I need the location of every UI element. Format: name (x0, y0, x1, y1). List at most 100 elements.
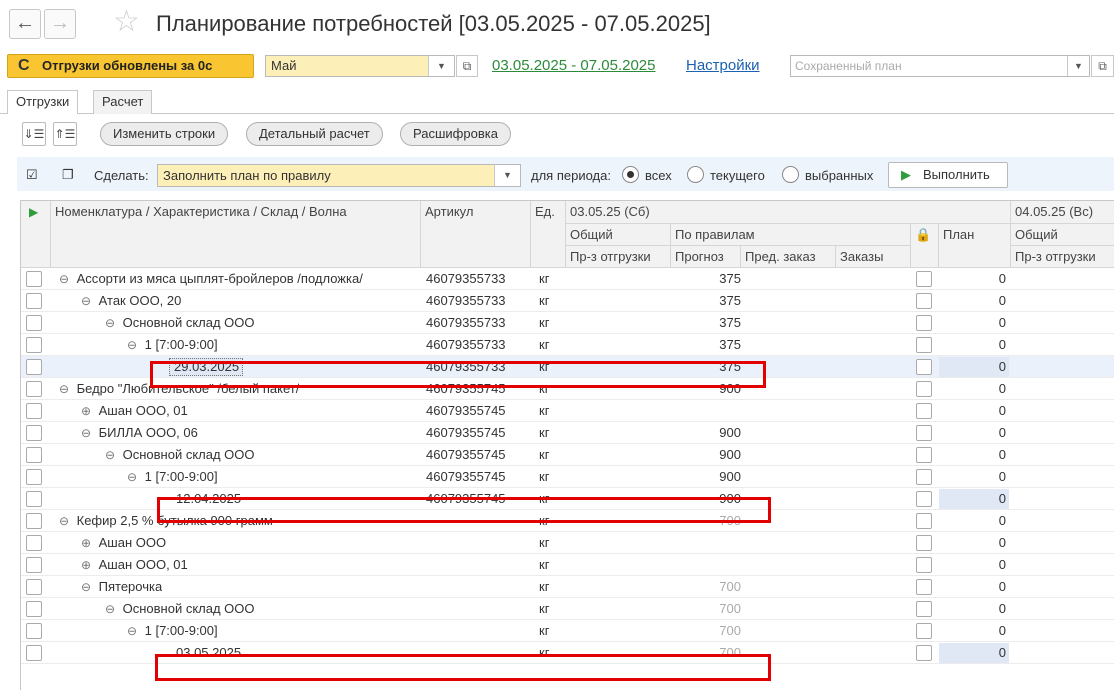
row-checkbox[interactable] (26, 359, 42, 375)
row-lock-checkbox[interactable] (916, 447, 932, 463)
table-row[interactable]: ⊖ 1 [7:00-9:00] 46079355745 кг 900 0 (21, 466, 1114, 488)
row-plan[interactable]: 0 (941, 444, 1006, 466)
row-plan[interactable]: 0 (941, 554, 1006, 576)
row-lock-checkbox[interactable] (916, 337, 932, 353)
row-lock-checkbox[interactable] (916, 623, 932, 639)
col-plan[interactable]: План (939, 224, 1011, 268)
back-arrow-icon[interactable]: ← (9, 9, 41, 39)
col-nomenclature[interactable]: Номенклатура / Характеристика / Склад / … (51, 201, 421, 268)
check-all-icon[interactable]: ☑ (26, 168, 40, 182)
row-plan[interactable]: 0 (941, 334, 1006, 356)
refresh-shipments-button[interactable]: C Отгрузки обновлены за 0с (7, 54, 254, 78)
row-lock-checkbox[interactable] (916, 535, 932, 551)
row-checkbox[interactable] (26, 271, 42, 287)
lock-icon[interactable]: 🔒 (911, 224, 939, 268)
row-plan[interactable]: 0 (941, 268, 1006, 290)
uncheck-all-icon[interactable]: ❐ (62, 168, 76, 182)
chevron-down-icon[interactable]: ▼ (494, 165, 520, 186)
tab-calculation[interactable]: Расчет (93, 90, 153, 114)
row-plan[interactable]: 0 (941, 378, 1006, 400)
row-checkbox[interactable] (26, 425, 42, 441)
settings-link[interactable]: Настройки (686, 57, 760, 75)
chevron-down-icon[interactable]: ▼ (428, 56, 454, 76)
row-lock-checkbox[interactable] (916, 645, 932, 661)
detailed-calc-button[interactable]: Детальный расчет (246, 122, 383, 146)
collapse-icon[interactable]: ⊖ (127, 620, 141, 642)
table-row[interactable]: ⊖ Атак ООО, 20 46079355733 кг 375 0 (21, 290, 1114, 312)
table-row[interactable]: ⊖ Основной склад ООО 46079355733 кг 375 … (21, 312, 1114, 334)
row-checkbox[interactable] (26, 469, 42, 485)
row-plan[interactable]: 0 (941, 642, 1006, 664)
row-lock-checkbox[interactable] (916, 271, 932, 287)
row-lock-checkbox[interactable] (916, 557, 932, 573)
row-plan[interactable]: 0 (941, 532, 1006, 554)
table-row[interactable]: ⊖ БИЛЛА ООО, 06 46079355745 кг 900 0 (21, 422, 1114, 444)
row-lock-checkbox[interactable] (916, 293, 932, 309)
row-checkbox[interactable] (26, 645, 42, 661)
collapse-icon[interactable]: ⊖ (105, 312, 119, 334)
row-checkbox[interactable] (26, 293, 42, 309)
period-link[interactable]: 03.05.2025 - 07.05.2025 (492, 57, 655, 75)
col-article[interactable]: Артикул (421, 201, 531, 268)
row-lock-checkbox[interactable] (916, 381, 932, 397)
collapse-icon[interactable]: ⊖ (105, 444, 119, 466)
expand-icon[interactable]: ⊕ (81, 532, 95, 554)
open-copy-icon[interactable]: ⧉ (1091, 55, 1114, 77)
table-row[interactable]: ⊖ Ассорти из мяса цыплят-бройлеров /подл… (21, 268, 1114, 290)
row-plan[interactable]: 0 (941, 598, 1006, 620)
row-plan[interactable]: 0 (941, 290, 1006, 312)
col-unit[interactable]: Ед. (531, 201, 566, 268)
row-checkbox[interactable] (26, 623, 42, 639)
collapse-icon[interactable]: ⊖ (81, 422, 95, 444)
table-row[interactable]: ⊖ 1 [7:00-9:00] кг 700 0 (21, 620, 1114, 642)
row-checkbox[interactable] (26, 557, 42, 573)
row-plan[interactable]: 0 (941, 356, 1006, 378)
radio-selected[interactable] (782, 166, 799, 183)
expand-icon[interactable]: ⊕ (81, 400, 95, 422)
collapse-icon[interactable]: ⊖ (81, 576, 95, 598)
col-total[interactable]: Общий (566, 224, 671, 246)
row-lock-checkbox[interactable] (916, 469, 932, 485)
col-date2[interactable]: 04.05.25 (Вс) (1011, 201, 1114, 224)
collapse-icon[interactable]: ⊖ (59, 378, 73, 400)
col-prev-order[interactable]: Пред. заказ (741, 246, 836, 268)
saved-plan-field[interactable]: Сохраненный план ▼ (790, 55, 1090, 77)
row-lock-checkbox[interactable] (916, 579, 932, 595)
col-orders[interactable]: Заказы (836, 246, 911, 268)
table-row[interactable]: ⊕ Ашан ООО, 01 кг 0 (21, 554, 1114, 576)
row-checkbox[interactable] (26, 491, 42, 507)
row-checkbox[interactable] (26, 381, 42, 397)
month-select[interactable]: Май ▼ (265, 55, 455, 77)
execute-button[interactable]: ▶ Выполнить (888, 162, 1008, 188)
star-icon[interactable]: ☆ (113, 5, 140, 39)
collapse-icon[interactable]: ⊖ (81, 290, 95, 312)
change-rows-button[interactable]: Изменить строки (100, 122, 229, 146)
row-plan[interactable]: 0 (941, 576, 1006, 598)
row-plan[interactable]: 0 (941, 620, 1006, 642)
row-lock-checkbox[interactable] (916, 315, 932, 331)
row-checkbox[interactable] (26, 601, 42, 617)
row-checkbox[interactable] (26, 535, 42, 551)
table-row[interactable]: ⊖ Основной склад ООО 46079355745 кг 900 … (21, 444, 1114, 466)
row-lock-checkbox[interactable] (916, 601, 932, 617)
row-plan[interactable]: 0 (941, 510, 1006, 532)
col-forecast[interactable]: Прогноз (671, 246, 741, 268)
row-lock-checkbox[interactable] (916, 403, 932, 419)
table-row[interactable]: ⊖ Пятерочка кг 700 0 (21, 576, 1114, 598)
row-plan[interactable]: 0 (941, 466, 1006, 488)
row-lock-checkbox[interactable] (916, 513, 932, 529)
radio-selected-label[interactable]: выбранных (805, 168, 873, 183)
row-plan[interactable]: 0 (941, 400, 1006, 422)
tab-shipments[interactable]: Отгрузки (7, 90, 79, 114)
radio-current[interactable] (687, 166, 704, 183)
row-lock-checkbox[interactable] (916, 425, 932, 441)
collapse-icon[interactable]: ⊖ (59, 268, 73, 290)
row-plan[interactable]: 0 (941, 312, 1006, 334)
breakdown-button[interactable]: Расшифровка (400, 122, 511, 146)
collapse-icon[interactable]: ⊖ (59, 510, 73, 532)
table-row[interactable]: ⊕ Ашан ООО кг 0 (21, 532, 1114, 554)
table-row[interactable]: ⊕ Ашан ООО, 01 46079355745 кг 0 (21, 400, 1114, 422)
col-total-2[interactable]: Общий (1011, 224, 1114, 246)
collapse-icon[interactable]: ⊖ (105, 598, 119, 620)
row-checkbox[interactable] (26, 337, 42, 353)
